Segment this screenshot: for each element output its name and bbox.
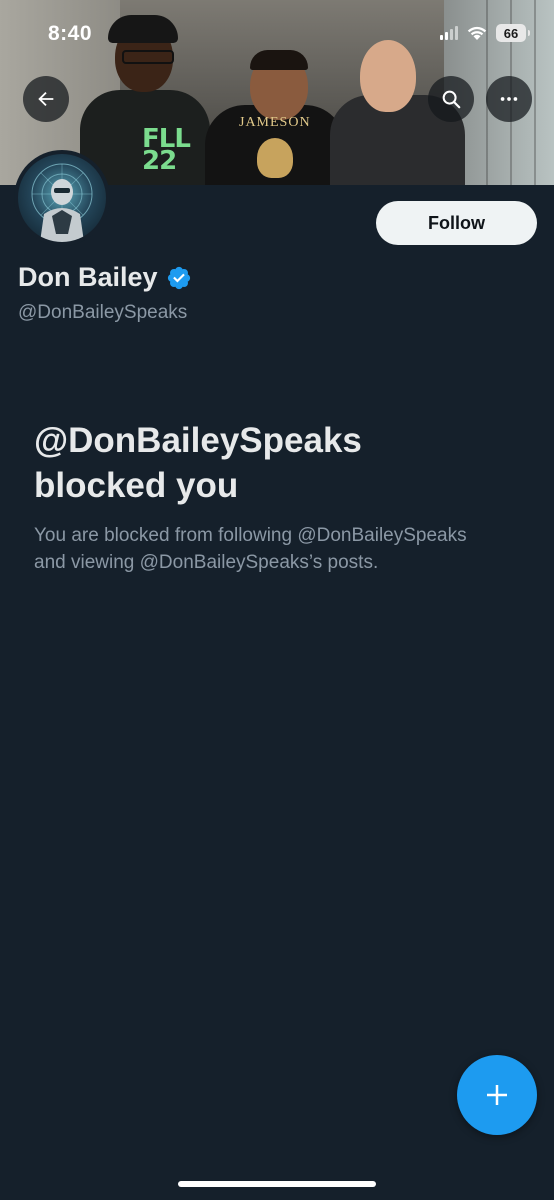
blocked-title-line2: blocked you (34, 466, 239, 505)
more-horizontal-icon (500, 97, 518, 101)
blocked-description-line1: You are blocked from following @DonBaile… (34, 525, 467, 546)
banner-shirt-text-fll: FLL 22 (142, 124, 191, 176)
profile-handle: @DonBaileySpeaks (18, 302, 188, 323)
cellular-signal-icon (440, 26, 458, 40)
status-bar-icons: 66 (440, 24, 530, 42)
blocked-description-line2: and viewing @DonBaileySpeaks’s posts. (34, 552, 379, 573)
compose-button[interactable] (457, 1055, 537, 1135)
wifi-icon (467, 26, 487, 40)
battery-icon: 66 (496, 24, 530, 42)
plus-icon (487, 1085, 507, 1105)
status-bar-time: 8:40 (48, 22, 93, 45)
profile-display-name: Don Bailey (18, 262, 192, 293)
blocked-description: You are blocked from following @DonBaile… (34, 522, 534, 576)
back-button[interactable] (23, 76, 69, 122)
blocked-title: @DonBaileySpeaks blocked you (34, 418, 514, 508)
arrow-left-icon (38, 91, 54, 107)
display-name-text: Don Bailey (18, 262, 158, 292)
verified-badge-icon[interactable] (166, 265, 192, 291)
follow-button[interactable]: Follow (376, 201, 537, 245)
home-indicator[interactable] (178, 1181, 376, 1187)
profile-avatar[interactable] (14, 150, 110, 246)
avatar-image (18, 154, 106, 242)
blocked-title-line1: @DonBaileySpeaks (34, 421, 362, 460)
search-icon (442, 90, 461, 109)
more-button[interactable] (486, 76, 532, 122)
banner-shirt-text-jameson: JAMESON (239, 115, 311, 130)
search-button[interactable] (428, 76, 474, 122)
